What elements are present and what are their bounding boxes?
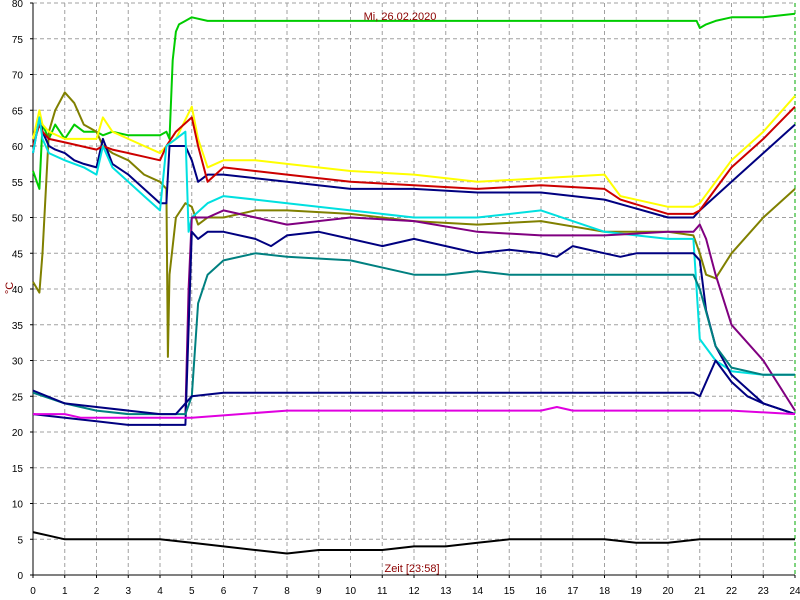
x-tick-label: 6 xyxy=(221,586,227,597)
x-tick-label: 20 xyxy=(662,586,674,597)
x-tick-label: 19 xyxy=(631,586,643,597)
y-tick-label: 35 xyxy=(12,321,24,332)
x-tick-label: 22 xyxy=(726,586,738,597)
y-tick-label: 30 xyxy=(12,357,24,368)
x-tick-label: 1 xyxy=(62,586,68,597)
y-tick-label: 65 xyxy=(12,106,24,117)
x-tick-label: 12 xyxy=(408,586,420,597)
x-tick-label: 0 xyxy=(30,586,36,597)
x-tick-label: 16 xyxy=(535,586,547,597)
y-tick-label: 70 xyxy=(12,71,24,82)
y-tick-label: 15 xyxy=(12,464,24,475)
x-tick-label: 13 xyxy=(440,586,452,597)
y-tick-label: 5 xyxy=(17,535,23,546)
x-tick-label: 4 xyxy=(157,586,163,597)
x-tick-label: 7 xyxy=(252,586,258,597)
x-tick-label: 24 xyxy=(789,586,800,597)
y-tick-label: 45 xyxy=(12,249,24,260)
y-tick-label: 0 xyxy=(17,571,23,582)
x-tick-label: 15 xyxy=(504,586,516,597)
x-tick-label: 9 xyxy=(316,586,322,597)
x-tick-label: 8 xyxy=(284,586,290,597)
x-tick-label: 10 xyxy=(345,586,357,597)
x-tick-label: 2 xyxy=(94,586,100,597)
x-tick-label: 23 xyxy=(758,586,770,597)
y-tick-label: 25 xyxy=(12,392,24,403)
x-tick-label: 14 xyxy=(472,586,484,597)
y-tick-label: 55 xyxy=(12,178,24,189)
y-tick-label: 75 xyxy=(12,35,24,46)
chart-title: Mi, 26.02.2020 xyxy=(364,11,437,23)
y-axis-label: °C xyxy=(4,282,16,294)
x-tick-label: 17 xyxy=(567,586,579,597)
y-tick-label: 20 xyxy=(12,428,24,439)
x-tick-label: 3 xyxy=(125,586,131,597)
y-tick-label: 80 xyxy=(12,0,24,10)
y-tick-label: 10 xyxy=(12,500,24,511)
x-tick-label: 11 xyxy=(377,586,388,597)
y-tick-label: 60 xyxy=(12,142,24,153)
x-axis-label: Zeit [23:58] xyxy=(384,563,439,575)
x-tick-label: 21 xyxy=(694,586,706,597)
y-tick-label: 50 xyxy=(12,214,24,225)
x-tick-label: 18 xyxy=(599,586,611,597)
line-chart: 0 1 2 3 4 5 6 7 8 9 10 11 12 13 14 15 16 17 18 19 20 21 22 23 24… xyxy=(0,0,800,600)
x-tick-label: 5 xyxy=(189,586,195,597)
chart-background xyxy=(0,0,800,600)
